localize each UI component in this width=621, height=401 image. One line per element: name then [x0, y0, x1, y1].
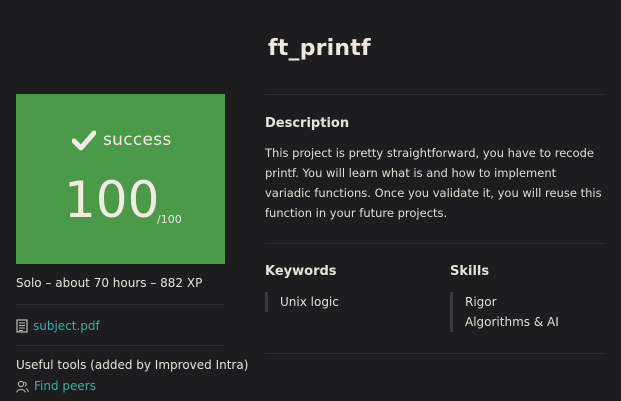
useful-tools-heading: Useful tools (added by Improved Intra)	[16, 358, 249, 372]
document-icon	[16, 319, 28, 333]
meta-divider	[16, 304, 225, 305]
skill-item: Algorithms & AI	[465, 315, 559, 329]
skills-heading: Skills	[450, 264, 490, 279]
header-divider	[265, 94, 605, 95]
attachment-subject-pdf[interactable]: subject.pdf	[16, 316, 100, 336]
subject-pdf-link[interactable]: subject.pdf	[33, 319, 100, 333]
description-heading: Description	[265, 116, 350, 131]
check-icon	[72, 130, 96, 151]
keywords-list: Unix logic	[265, 292, 339, 312]
status-row: success	[72, 126, 172, 154]
score-card: success 100 /100	[16, 94, 225, 264]
find-peers-label[interactable]: Find peers	[34, 379, 96, 393]
skills-divider	[265, 353, 605, 354]
score-max: /100	[157, 213, 182, 226]
project-meta: Solo – about 70 hours – 882 XP	[16, 276, 203, 290]
description-divider	[265, 243, 605, 244]
description-text: This project is pretty straightforward, …	[265, 146, 602, 220]
users-icon	[16, 380, 29, 393]
score-value: 100	[64, 171, 160, 229]
skill-item: Rigor	[465, 295, 497, 309]
page-title: ft_printf	[268, 36, 371, 61]
keyword-item: Unix logic	[280, 295, 339, 309]
find-peers-link[interactable]: Find peers	[16, 377, 96, 395]
skills-list: Rigor Algorithms & AI	[450, 292, 559, 332]
status-label: success	[103, 130, 172, 150]
keywords-heading: Keywords	[265, 264, 337, 279]
attachments-divider	[16, 345, 225, 346]
